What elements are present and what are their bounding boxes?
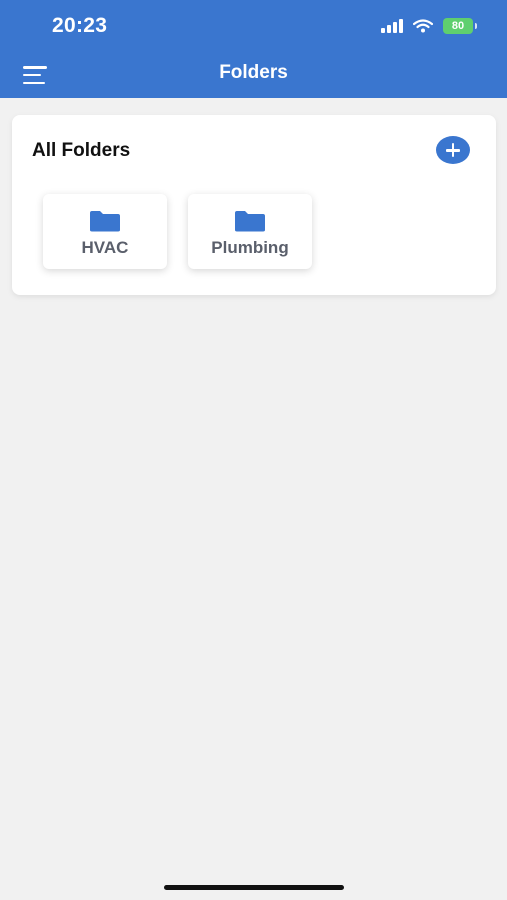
- folder-tile-plumbing[interactable]: Plumbing: [188, 194, 312, 269]
- status-indicators: 80: [381, 18, 477, 34]
- folder-label: HVAC: [81, 238, 129, 257]
- folder-list: HVAC Plumbing: [43, 194, 312, 269]
- page-title: Folders: [219, 62, 288, 83]
- app-header: 20:23 80 Folders: [0, 0, 507, 98]
- all-folders-card: All Folders HVAC Plumbing: [12, 115, 496, 295]
- cellular-signal-icon: [381, 19, 403, 33]
- home-indicator[interactable]: [164, 885, 344, 890]
- folder-label: Plumbing: [211, 238, 289, 257]
- add-folder-button[interactable]: [436, 136, 470, 164]
- battery-indicator: 80: [443, 18, 477, 34]
- card-title: All Folders: [32, 140, 131, 161]
- folder-icon: [235, 211, 265, 232]
- folder-tile-hvac[interactable]: HVAC: [43, 194, 167, 269]
- wifi-icon: [413, 19, 433, 33]
- status-time: 20:23: [52, 14, 108, 37]
- folder-icon: [90, 211, 120, 232]
